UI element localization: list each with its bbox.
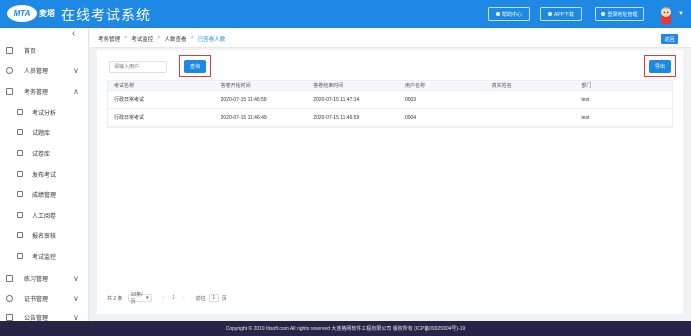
goto-page-input[interactable]: 1 (208, 294, 219, 302)
table-row: 行政日常考试 2020-07-15 11:46:58 2020-07-15 11… (108, 91, 672, 109)
app-download-button[interactable]: APP下载 (540, 7, 582, 21)
sidebar-item-registration-review[interactable]: 报名审核 (0, 226, 89, 244)
back-button[interactable]: 返回 (661, 34, 678, 44)
page-number[interactable]: 1 (172, 295, 175, 301)
table-row: 行政日常考试 2020-07-15 11:46:49 2020-07-15 11… (108, 109, 672, 127)
table-cell: test (581, 96, 590, 103)
home-icon (6, 46, 13, 54)
breadcrumb-separator: > (157, 35, 161, 41)
table-cell: 0004 (404, 114, 417, 121)
chevron-up-icon: ∧ (73, 86, 79, 96)
table-cell: 2020-07-15 11:46:59 (313, 114, 360, 121)
sidebar-item-exam-affairs[interactable]: 考务管理 ∧ (0, 82, 89, 100)
grading-icon (17, 212, 23, 218)
paper-bank-icon (17, 150, 23, 156)
table-cell: 行政日常考试 (114, 115, 145, 121)
sidebar-item-practice[interactable]: 练习管理 ∨ (0, 269, 89, 287)
sidebar-item-exam-monitor[interactable]: 考试监控 (0, 247, 89, 265)
breadcrumb-bar: 考务管理 > 考试监控 > 人数查看 > 已答卷人数 返回 (90, 28, 691, 48)
sidebar: ‹ 首页 人员管理 ∨ 考务管理 ∧ 考试分析 试题库 试卷库 发布考试 成绩管… (0, 28, 89, 322)
breadcrumb-item[interactable]: 考试监控 (131, 35, 153, 43)
table-cell: 2020-07-15 11:46:49 (220, 114, 267, 121)
pagination: 共 2 条 10条/页 ▾ ‹ 1 › 前往 1 页 (107, 292, 227, 305)
sidebar-item-publish-exam[interactable]: 发布考试 (0, 165, 89, 183)
main-panel: 查询 导出 考试名称 答卷开始时间 答卷结束时间 用户名称 真实姓名 部门 行政… (97, 50, 683, 314)
user-icon (6, 66, 13, 74)
column-header: 答卷结束时间 (313, 83, 344, 89)
help-center-button[interactable]: 帮助中心 (488, 7, 530, 21)
collapse-sidebar-icon[interactable]: ‹ (72, 28, 75, 39)
total-count: 共 2 条 (107, 295, 123, 302)
system-title: 在线考试系统 (61, 7, 151, 23)
footer: Copyright © 2019 Itisoft.com All rights … (0, 321, 691, 336)
notice-icon (6, 313, 13, 321)
login-address-button[interactable]: 登录地址管理 (595, 7, 644, 21)
sidebar-item-personnel[interactable]: 人员管理 ∨ (0, 61, 89, 79)
column-header: 真实姓名 (491, 83, 512, 89)
column-header: 用户名称 (404, 83, 425, 89)
breadcrumb-item[interactable]: 人数查看 (164, 35, 186, 43)
goto-label: 前往 (195, 295, 206, 302)
certificate-icon (6, 294, 13, 302)
sidebar-item-certificate[interactable]: 证书管理 ∨ (0, 289, 89, 307)
logo: MTA 麦塔 (7, 5, 55, 22)
top-bar: MTA 麦塔 在线考试系统 帮助中心 APP下载 登录地址管理 ▼ (0, 0, 691, 28)
sidebar-item-home[interactable]: 首页 (0, 41, 89, 59)
page-size-select[interactable]: 10条/页 ▾ (127, 292, 152, 305)
analysis-icon (17, 109, 23, 115)
review-icon (17, 232, 23, 238)
practice-icon (6, 274, 13, 282)
breadcrumb-item[interactable]: 考务管理 (98, 35, 120, 43)
sidebar-item-question-bank[interactable]: 试题库 (0, 123, 89, 141)
publish-icon (17, 171, 23, 177)
table-cell: 0003 (404, 96, 417, 103)
table-cell: 2020-07-15 11:47:14 (313, 96, 360, 103)
search-input[interactable] (109, 61, 167, 73)
table-cell: 行政日常考试 (114, 97, 145, 103)
score-icon (17, 191, 23, 197)
logo-suffix: 麦塔 (39, 9, 55, 18)
table-cell: 2020-07-15 11:46:58 (220, 96, 267, 103)
chevron-down-icon: ▾ (146, 295, 149, 301)
breadcrumb: 考务管理 > 考试监控 > 人数查看 > 已答卷人数 (98, 35, 225, 43)
table-cell: test (581, 114, 590, 121)
chevron-down-icon[interactable]: ▼ (678, 11, 684, 17)
sidebar-item-score-management[interactable]: 成绩管理 (0, 185, 89, 203)
table-header: 考试名称 答卷开始时间 答卷结束时间 用户名称 真实姓名 部门 (108, 81, 672, 91)
sidebar-item-exam-analysis[interactable]: 考试分析 (0, 103, 89, 121)
breadcrumb-current: 已答卷人数 (197, 37, 226, 43)
sidebar-item-manual-grading[interactable]: 人工阅卷 (0, 206, 89, 224)
chevron-down-icon: ∨ (73, 273, 79, 283)
avatar[interactable] (657, 4, 675, 24)
column-header: 部门 (581, 83, 592, 89)
sidebar-item-paper-bank[interactable]: 试卷库 (0, 144, 89, 162)
address-icon (601, 12, 606, 16)
exam-icon (6, 87, 13, 95)
logo-mark: MTA (7, 5, 37, 22)
column-header: 答卷开始时间 (220, 83, 251, 89)
copyright-text: Copyright © 2019 Itisoft.com All rights … (225, 326, 466, 332)
table-cell (486, 109, 576, 126)
next-page-icon[interactable]: › (183, 295, 185, 301)
column-header: 考试名称 (114, 83, 135, 89)
breadcrumb-separator: > (190, 35, 194, 41)
question-bank-icon (17, 129, 23, 135)
download-icon (547, 12, 552, 16)
query-button[interactable]: 查询 (184, 60, 206, 73)
help-icon (495, 12, 500, 16)
breadcrumb-separator: > (124, 35, 128, 41)
table-cell (486, 91, 576, 108)
prev-page-icon[interactable]: ‹ (163, 295, 165, 301)
answered-table: 考试名称 答卷开始时间 答卷结束时间 用户名称 真实姓名 部门 行政日常考试 2… (107, 80, 673, 128)
chevron-down-icon: ∨ (73, 65, 79, 75)
chevron-down-icon: ∨ (73, 293, 79, 303)
export-button[interactable]: 导出 (649, 60, 671, 73)
page-unit-label: 页 (221, 295, 227, 302)
monitor-icon (17, 253, 23, 259)
